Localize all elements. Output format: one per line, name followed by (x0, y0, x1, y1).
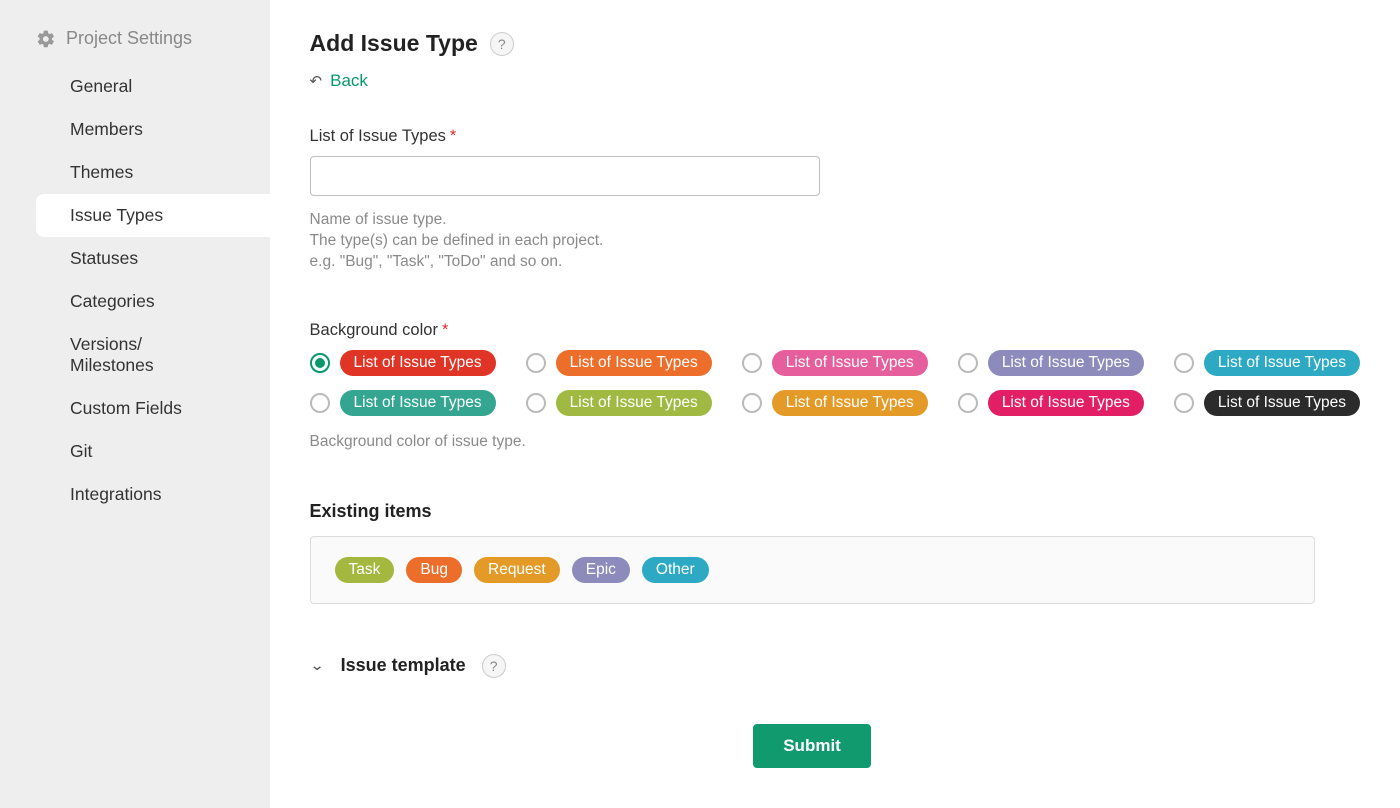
page-title: Add Issue Type (310, 30, 478, 57)
required-icon: * (442, 321, 448, 339)
color-option-3[interactable]: List of Issue Types (958, 350, 1144, 376)
radio-icon[interactable] (1174, 353, 1194, 373)
color-chip: List of Issue Types (988, 350, 1144, 376)
color-chip: List of Issue Types (340, 390, 496, 416)
sidebar-item-categories[interactable]: Categories (0, 280, 270, 323)
sidebar-item-statuses[interactable]: Statuses (0, 237, 270, 280)
sidebar-item-members[interactable]: Members (0, 108, 270, 151)
color-chip: List of Issue Types (556, 390, 712, 416)
color-option-8[interactable]: List of Issue Types (958, 390, 1144, 416)
color-option-4[interactable]: List of Issue Types (1174, 350, 1360, 376)
sidebar-item-issue-types[interactable]: Issue Types (36, 194, 270, 237)
sidebar-heading: Project Settings (0, 18, 270, 59)
radio-icon[interactable] (526, 353, 546, 373)
issue-template-toggle[interactable]: ⌄ Issue template ? (310, 654, 1360, 678)
radio-icon[interactable] (1174, 393, 1194, 413)
radio-icon[interactable] (958, 393, 978, 413)
field-background-color: Background color* List of Issue TypesLis… (310, 321, 1360, 453)
color-chip: List of Issue Types (772, 390, 928, 416)
color-option-9[interactable]: List of Issue Types (1174, 390, 1360, 416)
radio-icon[interactable] (526, 393, 546, 413)
color-chip: List of Issue Types (340, 350, 496, 376)
back-link[interactable]: Back (330, 71, 368, 91)
color-options: List of Issue Types List of Issue Types Li… (310, 350, 1360, 416)
sidebar-item-versions-milestones[interactable]: Versions/ Milestones (0, 323, 270, 387)
chevron-down-icon: ⌄ (310, 657, 325, 674)
sidebar-item-themes[interactable]: Themes (0, 151, 270, 194)
field-label: Background color* (310, 321, 1360, 340)
color-chip: List of Issue Types (988, 390, 1144, 416)
existing-item-epic: Epic (572, 557, 630, 583)
color-option-1[interactable]: List of Issue Types (526, 350, 712, 376)
field-label: List of Issue Types* (310, 127, 1360, 146)
color-chip: List of Issue Types (772, 350, 928, 376)
color-chip: List of Issue Types (556, 350, 712, 376)
issue-template-title: Issue template (341, 655, 466, 676)
existing-items-heading: Existing items (310, 501, 1360, 522)
radio-icon[interactable] (742, 393, 762, 413)
sidebar-item-custom-fields[interactable]: Custom Fields (0, 387, 270, 430)
color-option-2[interactable]: List of Issue Types (742, 350, 928, 376)
sidebar: Project Settings GeneralMembersThemesIss… (0, 0, 270, 808)
color-option-6[interactable]: List of Issue Types (526, 390, 712, 416)
issue-types-input[interactable] (310, 156, 820, 196)
field-list-issue-types: List of Issue Types* Name of issue type.… (310, 127, 1360, 273)
color-chip: List of Issue Types (1204, 350, 1360, 376)
radio-icon[interactable] (742, 353, 762, 373)
radio-icon[interactable] (958, 353, 978, 373)
required-icon: * (450, 127, 456, 145)
back-arrow-icon: ↶ (310, 72, 323, 90)
help-icon[interactable]: ? (490, 32, 514, 56)
radio-icon[interactable] (310, 393, 330, 413)
sidebar-item-git[interactable]: Git (0, 430, 270, 473)
field-help-text: Background color of issue type. (310, 432, 1360, 453)
sidebar-nav: GeneralMembersThemesIssue TypesStatusesC… (0, 65, 270, 516)
field-label-text: Background color (310, 321, 438, 339)
sidebar-item-general[interactable]: General (0, 65, 270, 108)
color-option-7[interactable]: List of Issue Types (742, 390, 928, 416)
gear-icon (36, 29, 56, 49)
color-option-0[interactable]: List of Issue Types (310, 350, 496, 376)
help-icon[interactable]: ? (482, 654, 506, 678)
submit-button[interactable]: Submit (753, 724, 871, 768)
existing-item-request: Request (474, 557, 560, 583)
existing-item-task: Task (335, 557, 395, 583)
sidebar-heading-label: Project Settings (66, 28, 192, 49)
radio-icon[interactable] (310, 353, 330, 373)
field-help-text: Name of issue type. The type(s) can be d… (310, 210, 1360, 273)
existing-items-box: Task Bug Request Epic Other (310, 536, 1315, 604)
field-label-text: List of Issue Types (310, 127, 446, 145)
color-option-5[interactable]: List of Issue Types (310, 390, 496, 416)
existing-item-other: Other (642, 557, 709, 583)
color-chip: List of Issue Types (1204, 390, 1360, 416)
sidebar-item-integrations[interactable]: Integrations (0, 473, 270, 516)
existing-item-bug: Bug (406, 557, 462, 583)
main: Add Issue Type ? ↶ Back List of Issue Ty… (270, 0, 1400, 808)
